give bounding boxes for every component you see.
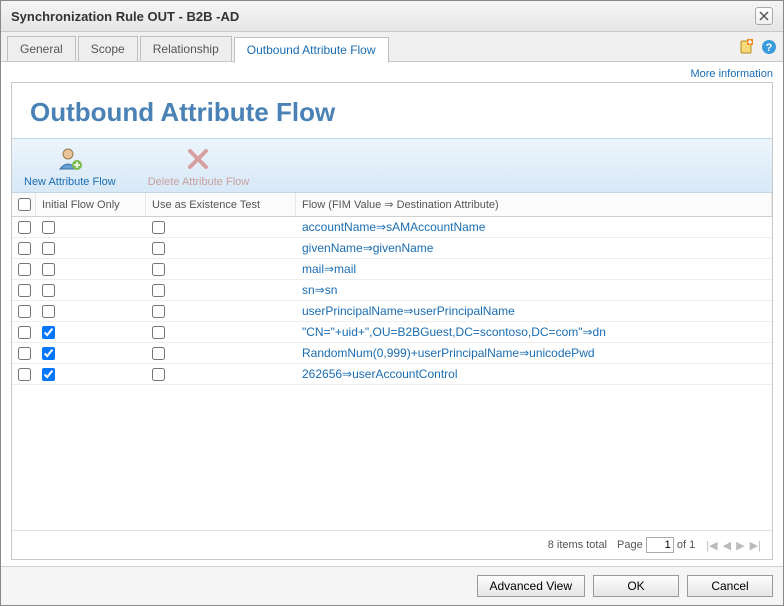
initial-flow-checkbox[interactable] [42,347,55,360]
total-pages: 1 [689,539,695,551]
flow-link[interactable]: mail⇒mail [302,262,356,276]
toolbar: New Attribute Flow Delete Attribute Flow [12,138,772,193]
first-page-icon[interactable]: |◀ [706,540,717,552]
tabs: General Scope Relationship Outbound Attr… [1,32,783,62]
flow-link[interactable]: sn⇒sn [302,283,337,297]
close-icon [759,11,769,21]
table-header: Initial Flow Only Use as Existence Test … [12,193,772,217]
existence-test-checkbox[interactable] [152,347,165,360]
tab-relationship[interactable]: Relationship [140,36,232,61]
row-select-checkbox[interactable] [18,347,31,360]
table-row[interactable]: givenName⇒givenName [12,238,772,259]
page-input[interactable] [646,537,674,553]
row-select-checkbox[interactable] [18,305,31,318]
ok-button[interactable]: OK [593,575,679,597]
user-add-icon [56,145,84,173]
of-label: of [677,539,686,551]
row-select-checkbox[interactable] [18,263,31,276]
tab-general[interactable]: General [7,36,76,61]
pager: 8 items total Page of 1 |◀ ◀ ▶ ▶| [12,530,772,559]
last-page-icon[interactable]: ▶| [750,540,761,552]
table-row[interactable]: accountName⇒sAMAccountName [12,217,772,238]
existence-test-checkbox[interactable] [152,305,165,318]
dialog-title: Synchronization Rule OUT - B2B -AD [11,9,239,24]
prev-page-icon[interactable]: ◀ [723,540,731,552]
items-total: 8 items total [548,539,607,551]
attribute-flow-table: Initial Flow Only Use as Existence Test … [12,193,772,530]
flow-link[interactable]: RandomNum(0,999)+userPrincipalName⇒unico… [302,346,595,360]
initial-flow-checkbox[interactable] [42,368,55,381]
initial-flow-checkbox[interactable] [42,326,55,339]
new-attribute-flow-button[interactable]: New Attribute Flow [24,145,116,188]
advanced-view-button[interactable]: Advanced View [477,575,586,597]
existence-test-checkbox[interactable] [152,242,165,255]
col-flow: Flow (FIM Value ⇒ Destination Attribute) [296,193,772,216]
flow-link[interactable]: userPrincipalName⇒userPrincipalName [302,304,515,318]
delete-icon [184,145,212,173]
dialog-window: Synchronization Rule OUT - B2B -AD Gener… [0,0,784,606]
initial-flow-checkbox[interactable] [42,305,55,318]
row-select-checkbox[interactable] [18,326,31,339]
row-select-checkbox[interactable] [18,284,31,297]
tab-outbound-attribute-flow[interactable]: Outbound Attribute Flow [234,37,389,63]
page-heading: Outbound Attribute Flow [12,83,772,138]
new-item-icon[interactable] [739,39,755,55]
row-select-checkbox[interactable] [18,221,31,234]
help-icon[interactable]: ? [761,39,777,55]
initial-flow-checkbox[interactable] [42,221,55,234]
col-existence: Use as Existence Test [146,193,296,216]
table-row[interactable]: sn⇒sn [12,280,772,301]
dialog-buttons: Advanced View OK Cancel [1,566,783,605]
existence-test-checkbox[interactable] [152,221,165,234]
tab-scope[interactable]: Scope [78,36,138,61]
row-select-checkbox[interactable] [18,242,31,255]
existence-test-checkbox[interactable] [152,368,165,381]
table-row[interactable]: userPrincipalName⇒userPrincipalName [12,301,772,322]
flow-link[interactable]: 262656⇒userAccountControl [302,367,457,381]
titlebar: Synchronization Rule OUT - B2B -AD [1,1,783,32]
row-select-checkbox[interactable] [18,368,31,381]
existence-test-checkbox[interactable] [152,284,165,297]
cancel-button[interactable]: Cancel [687,575,773,597]
table-row[interactable]: mail⇒mail [12,259,772,280]
select-all-checkbox[interactable] [18,198,31,211]
new-attribute-flow-label: New Attribute Flow [24,176,116,188]
panel: Outbound Attribute Flow New Attribute Fl… [11,82,773,560]
close-button[interactable] [755,7,773,25]
delete-attribute-flow-button: Delete Attribute Flow [148,145,250,188]
delete-attribute-flow-label: Delete Attribute Flow [148,176,250,188]
existence-test-checkbox[interactable] [152,263,165,276]
page-label: Page [617,539,643,551]
table-row[interactable]: RandomNum(0,999)+userPrincipalName⇒unico… [12,343,772,364]
more-info-row: More information [1,62,783,82]
initial-flow-checkbox[interactable] [42,284,55,297]
initial-flow-checkbox[interactable] [42,242,55,255]
existence-test-checkbox[interactable] [152,326,165,339]
next-page-icon[interactable]: ▶ [736,540,744,552]
table-row[interactable]: 262656⇒userAccountControl [12,364,772,385]
table-row[interactable]: "CN="+uid+",OU=B2BGuest,DC=scontoso,DC=c… [12,322,772,343]
col-initial: Initial Flow Only [36,193,146,216]
more-information-link[interactable]: More information [690,68,773,80]
svg-text:?: ? [766,42,773,54]
flow-link[interactable]: "CN="+uid+",OU=B2BGuest,DC=scontoso,DC=c… [302,325,606,339]
flow-link[interactable]: accountName⇒sAMAccountName [302,220,485,234]
initial-flow-checkbox[interactable] [42,263,55,276]
flow-link[interactable]: givenName⇒givenName [302,241,433,255]
